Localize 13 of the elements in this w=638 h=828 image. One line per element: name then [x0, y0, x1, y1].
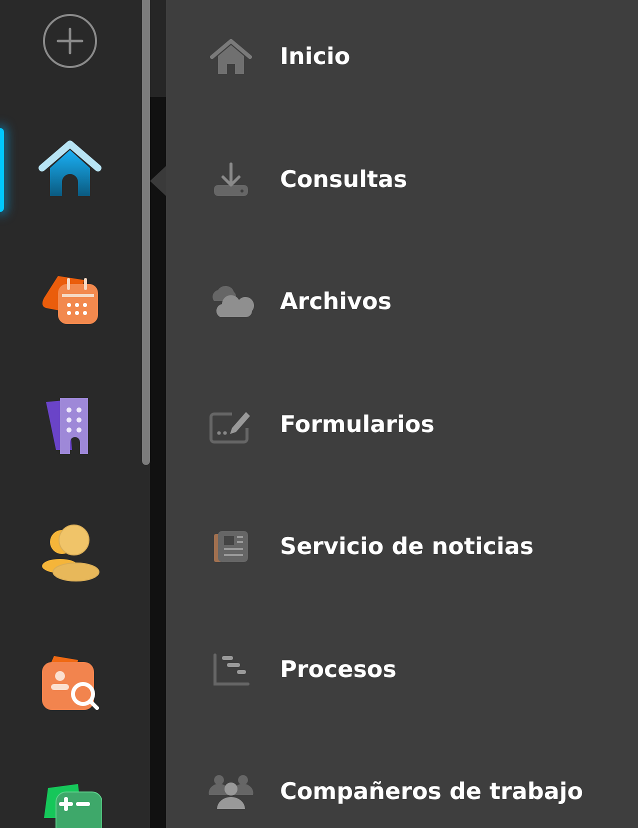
add-button[interactable]	[43, 14, 97, 68]
menu-item[interactable]: Inicio	[166, 0, 638, 118]
menu-item[interactable]: Servicio de noticias	[166, 486, 638, 608]
download-icon	[212, 160, 250, 199]
scrollbar-thumb[interactable]	[142, 0, 150, 465]
menu-item[interactable]: Formularios	[166, 364, 638, 486]
menu-item[interactable]: Archivos	[166, 241, 638, 364]
team-icon	[208, 773, 254, 812]
menu-item[interactable]: Procesos	[166, 608, 638, 731]
menu-item[interactable]: Compañeros de trabajo	[166, 731, 638, 828]
menu-item[interactable]: Consultas	[166, 118, 638, 241]
plus-icon	[55, 26, 85, 56]
house-icon	[210, 38, 252, 76]
